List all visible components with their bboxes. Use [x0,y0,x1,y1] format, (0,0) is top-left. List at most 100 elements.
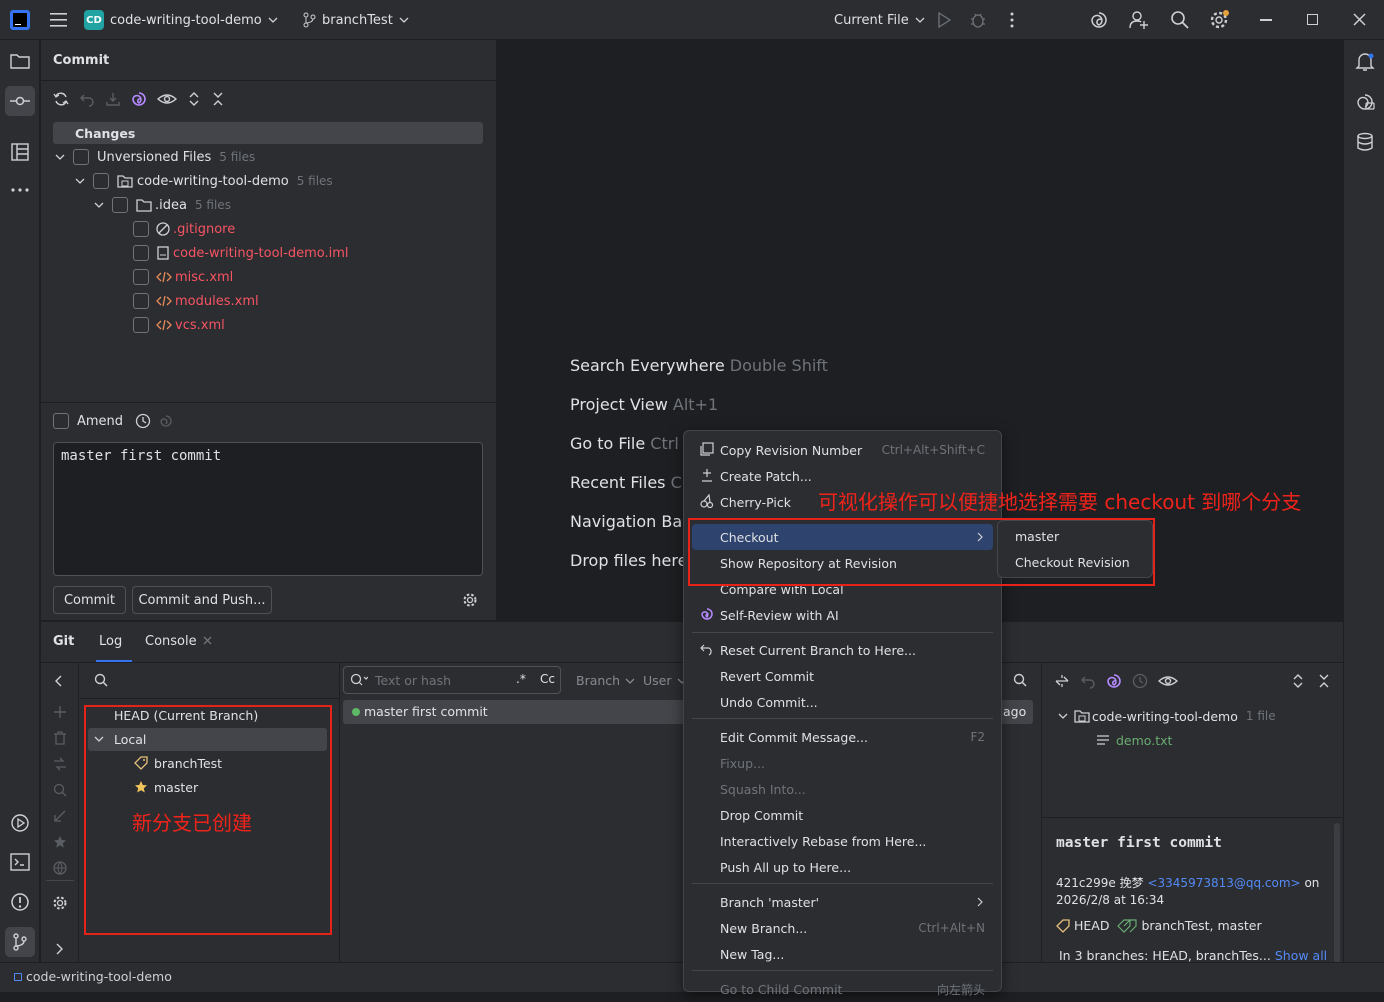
author-email-link[interactable]: <3345973813@qq.com> [1147,876,1300,890]
services-icon[interactable] [10,813,30,833]
update-branch-icon[interactable] [53,809,67,823]
chevron-down-icon[interactable] [55,153,65,161]
chevron-right-icon[interactable] [56,943,64,955]
update-project-icon[interactable] [105,91,121,107]
ai-chat-icon[interactable] [1355,92,1375,112]
search-branches-icon[interactable] [53,783,67,797]
menu-item-interactive-rebase[interactable]: Interactively Rebase from Here... [692,828,993,854]
git-tool-icon[interactable] [5,927,35,957]
more-actions-icon[interactable] [1009,12,1015,28]
history-clock-icon[interactable] [135,413,151,429]
refresh-icon[interactable] [53,91,69,107]
changes-header[interactable]: Changes [53,122,483,144]
debug-icon[interactable] [970,11,986,29]
menu-item-squash[interactable]: Squash Into... [692,776,993,802]
maximize-icon[interactable] [1307,14,1318,25]
ai-assistant-icon[interactable] [1089,10,1109,30]
tree-row-idea[interactable]: .idea 5 files [94,193,231,217]
regex-toggle[interactable]: .* [516,672,526,686]
commit-options-gear-icon[interactable] [462,592,478,608]
menu-item-push-all[interactable]: Push All up to Here... [692,854,993,880]
main-menu-icon[interactable] [50,12,68,28]
breadcrumb-project[interactable]: code-writing-tool-demo [26,969,172,984]
search-icon[interactable] [1170,10,1190,30]
problems-icon[interactable] [10,892,30,912]
menu-item-fixup[interactable]: Fixup... [692,750,993,776]
checkbox[interactable] [133,317,149,333]
checkbox[interactable] [133,269,149,285]
commit-and-push-button[interactable]: Commit and Push... [132,586,272,614]
menu-item-reset-branch[interactable]: Reset Current Branch to Here... [692,637,993,663]
project-selector[interactable]: CD code-writing-tool-demo [84,6,278,34]
collapse-all-icon[interactable] [1317,673,1331,689]
amend-label[interactable]: Amend [77,414,123,429]
ai-review-icon[interactable] [131,91,147,107]
menu-item-copy-revision[interactable]: Copy Revision Number Ctrl+Alt+Shift+C [692,437,993,463]
chevron-down-icon[interactable] [75,177,85,185]
favorite-star-icon[interactable] [53,835,67,849]
more-tools-icon[interactable] [11,188,29,192]
commit-message-input[interactable]: master first commit [53,442,483,576]
amend-checkbox[interactable] [53,413,69,429]
menu-item-edit-message[interactable]: Edit Commit Message... F2 [692,724,993,750]
expand-all-icon[interactable] [187,91,201,107]
tree-row-file[interactable]: .gitignore [133,217,235,241]
database-icon[interactable] [1356,132,1374,152]
log-filter-input[interactable]: Text or hash .* Cc [343,666,561,694]
checkbox[interactable] [112,197,128,213]
project-folder-icon[interactable] [10,53,30,70]
collapse-all-icon[interactable] [211,91,225,107]
checkbox[interactable] [133,293,149,309]
tab-console[interactable]: Console [145,634,197,649]
menu-item-self-review-ai[interactable]: Self-Review with AI [692,602,993,628]
structure-icon[interactable] [11,143,29,161]
revert-icon[interactable] [1080,673,1096,689]
compare-icon[interactable] [53,757,67,771]
tree-row-file[interactable]: misc.xml [133,265,233,289]
rollback-icon[interactable] [79,91,95,107]
tree-row-project[interactable]: code-writing-tool-demo 5 files [75,169,333,193]
add-user-icon[interactable] [1129,10,1149,30]
changed-tree-root[interactable]: code-writing-tool-demo 1 file [1058,704,1276,728]
branch-selector[interactable]: branchTest [302,6,409,34]
search-log-icon[interactable] [1013,673,1027,687]
chevron-left-icon[interactable] [55,675,63,687]
fetch-globe-icon[interactable] [53,861,67,875]
settings-gear-icon[interactable] [1209,10,1231,30]
checkbox[interactable] [73,149,89,165]
tab-git[interactable]: Git [53,634,74,649]
delete-branch-icon[interactable] [53,731,67,745]
show-all-link[interactable]: Show all [1275,948,1327,963]
menu-item-drop-commit[interactable]: Drop Commit [692,802,993,828]
show-diff-icon[interactable] [1158,673,1178,689]
tree-row-unversioned[interactable]: Unversioned Files 5 files [55,145,255,169]
checkbox[interactable] [133,221,149,237]
chevron-down-icon[interactable] [1058,712,1068,720]
run-icon[interactable] [937,12,951,28]
tab-log[interactable]: Log [99,634,122,649]
expand-all-icon[interactable] [1291,673,1305,689]
menu-item-revert-commit[interactable]: Revert Commit [692,663,993,689]
chevron-down-icon[interactable] [94,201,104,209]
commit-button[interactable]: Commit [53,586,126,614]
notifications-icon[interactable] [1355,52,1375,72]
branch-filter-dropdown[interactable]: Branch [576,673,635,688]
ai-review-icon[interactable] [1106,673,1122,689]
tree-row-file[interactable]: code-writing-tool-demo.iml [133,241,349,265]
menu-item-go-to-child[interactable]: Go to Child Commit 向左箭头 [692,976,993,1002]
branch-settings-gear-icon[interactable] [52,895,68,911]
minimize-icon[interactable] [1260,19,1272,21]
commit-tool-icon[interactable] [5,86,35,116]
run-config-selector[interactable]: Current File [834,6,925,34]
match-case-toggle[interactable]: Cc [540,672,555,686]
changed-file-row[interactable]: demo.txt [1096,728,1172,752]
ai-generate-icon[interactable] [159,414,173,428]
terminal-icon[interactable] [10,853,30,871]
close-icon[interactable] [1353,13,1366,26]
tree-row-file[interactable]: modules.xml [133,289,259,313]
menu-item-undo-commit[interactable]: Undo Commit... [692,689,993,715]
compare-icon[interactable] [1054,673,1070,689]
checkbox[interactable] [93,173,109,189]
app-logo-icon[interactable] [10,10,30,30]
menu-item-new-branch[interactable]: New Branch... Ctrl+Alt+N [692,915,993,941]
